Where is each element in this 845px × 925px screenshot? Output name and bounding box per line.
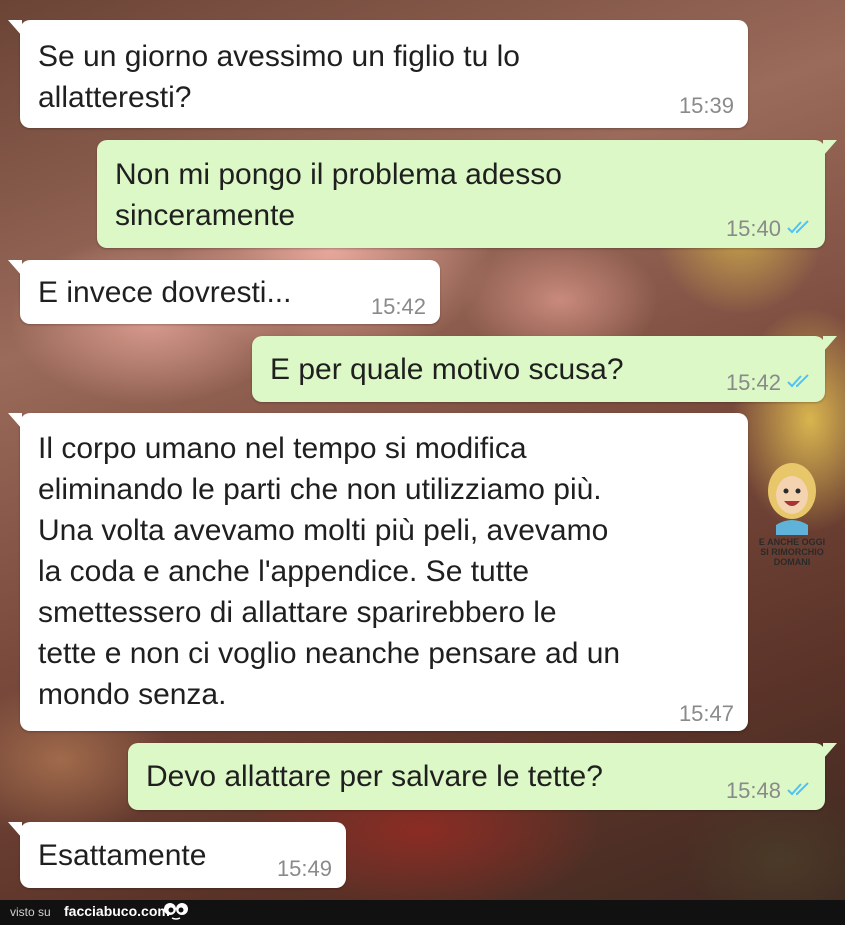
message-bubble-outgoing[interactable]: E per quale motivo scusa? 15:42	[252, 336, 837, 402]
message-bubble-outgoing[interactable]: Non mi pongo il problema adesso sinceram…	[97, 140, 837, 248]
message-time: 15:39	[678, 93, 734, 118]
message-text: Devo allattare per salvare le tette?	[146, 760, 603, 793]
double-check-icon	[787, 220, 809, 234]
double-check-icon	[787, 374, 809, 388]
message-text: Se un giorno avessimo un figlio tu lo al…	[38, 40, 520, 114]
footer-bar: visto su facciabuco.com	[0, 900, 845, 925]
message-bubble-incoming[interactable]: Il corpo umano nel tempo si modifica eli…	[8, 413, 748, 731]
footer-visto-label: visto su	[10, 905, 51, 919]
message-text: Esattamente	[38, 839, 207, 872]
message-bubble-incoming[interactable]: E invece dovresti... 15:42	[8, 260, 440, 324]
message-text: E per quale motivo scusa?	[270, 353, 624, 386]
message-bubble-outgoing[interactable]: Devo allattare per salvare le tette? 15:…	[128, 743, 837, 810]
eyes-logo-icon	[164, 903, 188, 920]
watermark-logo: E ANCHE OGGI SI RIMORCHIO DOMANI	[752, 455, 832, 575]
message-time: 15:42	[370, 294, 426, 319]
message-time: 15:40	[725, 216, 781, 241]
message-time: 15:48	[725, 778, 781, 803]
message-text: Il corpo umano nel tempo si modifica eli…	[38, 432, 621, 711]
message-text: E invece dovresti...	[38, 276, 292, 309]
message-bubble-incoming[interactable]: Esattamente 15:49	[8, 822, 346, 888]
message-text: Non mi pongo il problema adesso sinceram…	[115, 158, 562, 232]
message-time: 15:42	[725, 370, 781, 395]
double-check-icon	[787, 782, 809, 796]
watermark-text: E ANCHE OGGI	[758, 537, 826, 547]
message-time: 15:47	[678, 701, 734, 726]
message-bubble-incoming[interactable]: Se un giorno avessimo un figlio tu lo al…	[8, 20, 748, 128]
footer-site-link[interactable]: facciabuco.com	[64, 903, 170, 919]
cartoon-face-icon	[768, 463, 816, 535]
message-time: 15:49	[276, 856, 332, 881]
watermark-text: SI RIMORCHIO DOMANI	[760, 547, 824, 567]
